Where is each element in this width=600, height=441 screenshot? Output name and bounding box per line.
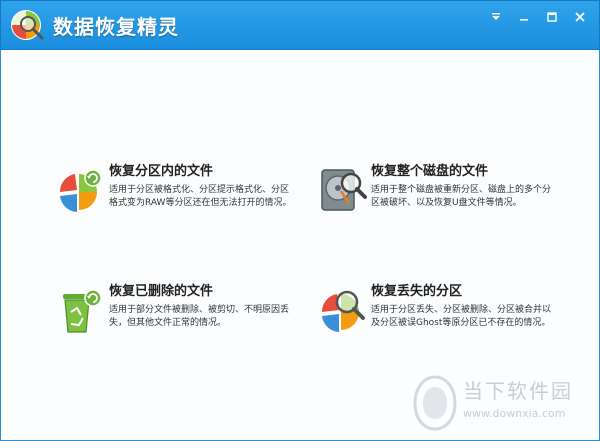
recycle-bin-icon [63,289,102,333]
recover-lost-partition-option[interactable]: 恢复丢失的分区 适用于分区丢失、分区被删除、分区被合并以及分区被误Ghost等原… [319,280,554,370]
menu-dropdown-button[interactable] [487,9,505,25]
main-content: 恢复分区内的文件 适用于分区被格式化、分区提示格式化、分区格式变为RAW等分区还… [0,50,600,441]
maximize-button[interactable] [543,9,561,25]
close-button[interactable] [571,9,589,25]
hard-disk-magnifier-icon [321,169,367,211]
card-description: 适用于部分文件被删除、被剪切、不明原因丢失，但其他文件正常的情况。 [109,305,290,328]
card-description: 适用于分区丢失、分区被删除、分区被合并以及分区被误Ghost等原分区已不存在的情… [371,305,552,328]
pie-chart-refresh-icon [59,169,102,212]
dropdown-icon [492,13,500,20]
watermark-logo-icon [413,375,457,431]
card-title: 恢复分区内的文件 [109,164,214,179]
minimize-icon [520,19,528,21]
pie-chart-magnifier-icon [321,290,365,332]
minimize-button[interactable] [515,9,533,25]
card-title: 恢复丢失的分区 [371,284,463,299]
maximize-icon [547,12,557,22]
watermark-url: www.downxia.com [463,407,566,420]
app-logo-icon [11,10,44,40]
watermark: 当下软件园 www.downxia.com [413,375,583,435]
recover-partition-files-option[interactable]: 恢复分区内的文件 适用于分区被格式化、分区提示格式化、分区格式变为RAW等分区还… [57,160,292,250]
app-title: 数据恢复精灵 [53,15,179,39]
recover-disk-files-option[interactable]: 恢复整个磁盘的文件 适用于整个磁盘被重新分区、磁盘上的多个分区被破坏、以及恢复U… [319,160,554,250]
watermark-text: 当下软件园 [463,379,573,403]
window-controls [487,9,589,25]
card-description: 适用于分区被格式化、分区提示格式化、分区格式变为RAW等分区还在但无法打开的情况… [109,185,292,208]
card-title: 恢复已删除的文件 [109,284,214,299]
card-title: 恢复整个磁盘的文件 [371,164,489,179]
recover-deleted-files-option[interactable]: 恢复已删除的文件 适用于部分文件被删除、被剪切、不明原因丢失，但其他文件正常的情… [57,280,292,370]
card-description: 适用于整个磁盘被重新分区、磁盘上的多个分区被破坏、以及恢复U盘文件等情况。 [371,185,552,208]
title-bar: 数据恢复精灵 [0,0,600,50]
close-icon [575,12,585,22]
